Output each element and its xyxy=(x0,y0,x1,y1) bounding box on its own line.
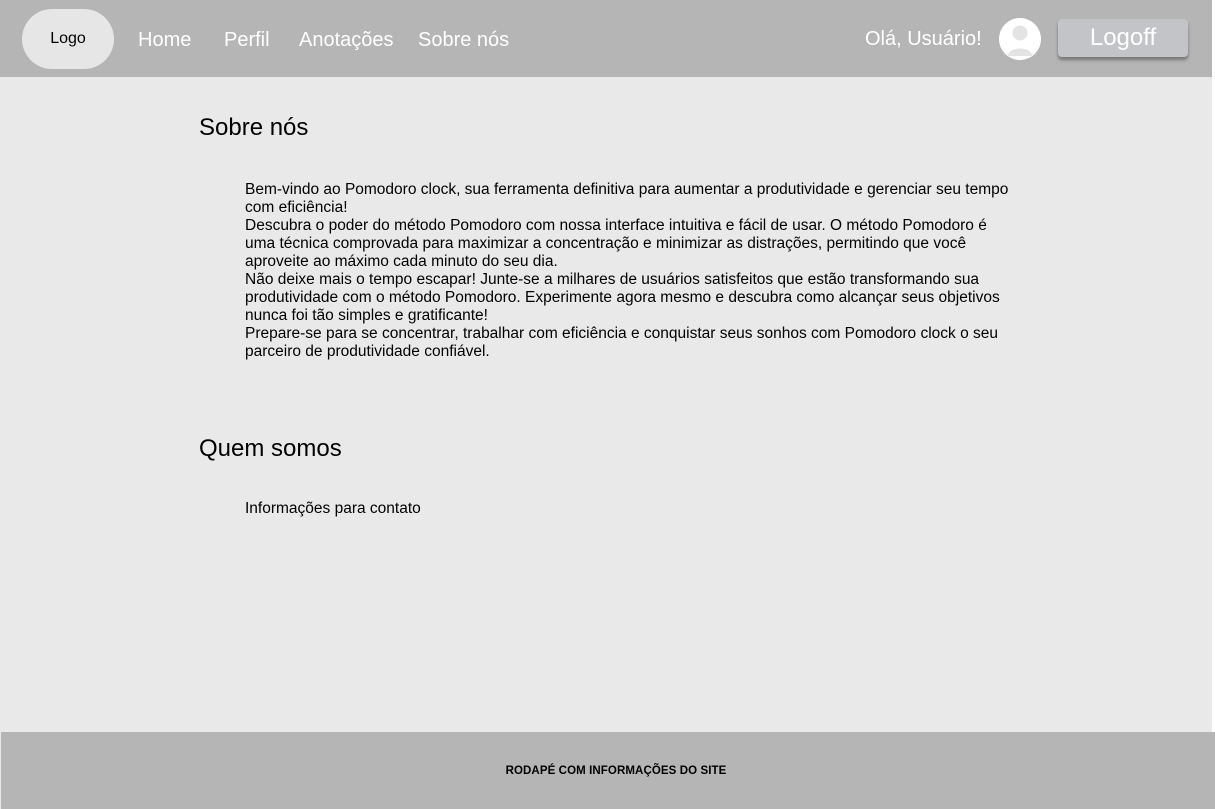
about-paragraph: Prepare-se para se concentrar, trabalhar… xyxy=(245,325,998,360)
about-paragraph: Descubra o poder do método Pomodoro com … xyxy=(245,217,987,270)
about-title: Sobre nós xyxy=(199,114,309,141)
footer-text: RODAPÉ COM INFORMAÇÕES DO SITE xyxy=(505,764,727,777)
nav-perfil[interactable]: Perfil xyxy=(224,28,270,52)
nav-home[interactable]: Home xyxy=(138,28,191,52)
logoff-button[interactable]: Logoff xyxy=(1058,19,1188,57)
contact-info: Informações para contato xyxy=(245,500,421,517)
nav-anotacoes[interactable]: Anotações xyxy=(299,28,394,52)
user-avatar-icon[interactable] xyxy=(999,18,1041,60)
user-greeting: Olá, Usuário! xyxy=(865,28,982,50)
about-text: Bem-vindo ao Pomodoro clock, sua ferrame… xyxy=(245,181,1020,361)
footer: RODAPÉ COM INFORMAÇÕES DO SITE xyxy=(1,732,1215,809)
top-navbar: Logo Home Perfil Anotações Sobre nós Olá… xyxy=(0,0,1212,77)
about-paragraph: Não deixe mais o tempo escapar! Junte-se… xyxy=(245,271,1000,324)
who-title: Quem somos xyxy=(199,435,342,462)
nav-sobre-nos[interactable]: Sobre nós xyxy=(418,28,509,52)
about-paragraph: Bem-vindo ao Pomodoro clock, sua ferrame… xyxy=(245,181,1009,216)
logo[interactable]: Logo xyxy=(22,9,114,69)
